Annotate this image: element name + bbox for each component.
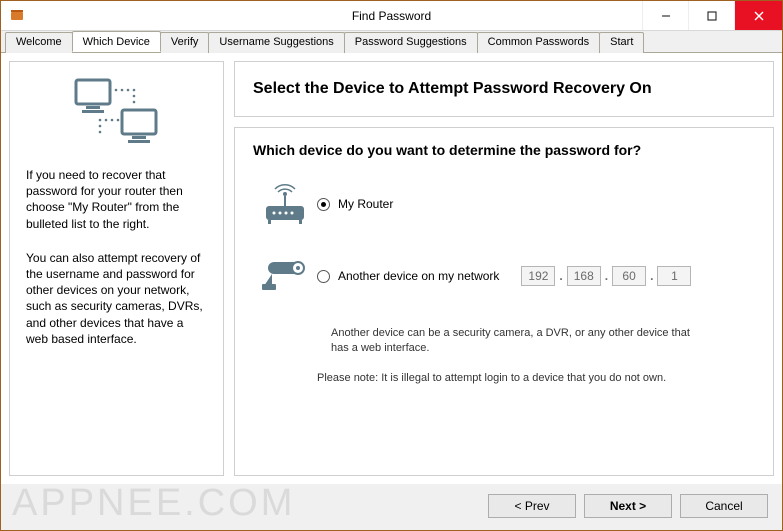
app-icon	[9, 8, 25, 24]
ip-octet-4[interactable]: 1	[657, 266, 691, 286]
titlebar[interactable]: Find Password	[1, 1, 782, 31]
tab-welcome[interactable]: Welcome	[5, 32, 73, 53]
cancel-button[interactable]: Cancel	[680, 494, 768, 518]
left-paragraph-2: You can also attempt recovery of the use…	[26, 250, 207, 347]
ip-octet-3[interactable]: 60	[612, 266, 646, 286]
tab-which-device[interactable]: Which Device	[72, 31, 161, 52]
note-2: Please note: It is illegal to attempt lo…	[317, 371, 737, 386]
ip-octet-1[interactable]: 192	[521, 266, 555, 286]
window-controls	[642, 1, 782, 30]
ip-dot: .	[650, 269, 653, 283]
maximize-button[interactable]	[688, 1, 734, 30]
ip-dot: .	[605, 269, 608, 283]
prev-button[interactable]: < Prev	[488, 494, 576, 518]
close-button[interactable]	[734, 1, 782, 30]
minimize-button[interactable]	[642, 1, 688, 30]
right-column: Select the Device to Attempt Password Re…	[234, 61, 774, 476]
question-heading: Which device do you want to determine th…	[253, 142, 755, 158]
ip-address-group: 192 . 168 . 60 . 1	[521, 266, 691, 286]
tabbar: Welcome Which Device Verify Username Sug…	[1, 31, 782, 53]
button-row: < Prev Next > Cancel	[1, 484, 782, 530]
monitors-illustration-icon	[72, 76, 162, 153]
right-body-panel: Which device do you want to determine th…	[234, 127, 774, 476]
window: Find Password Welcome Which Device Verif…	[0, 0, 783, 531]
tab-verify[interactable]: Verify	[160, 32, 210, 53]
next-button[interactable]: Next >	[584, 494, 672, 518]
right-header-panel: Select the Device to Attempt Password Re…	[234, 61, 774, 117]
radio-another-device[interactable]	[317, 270, 330, 283]
tab-start[interactable]: Start	[599, 32, 644, 53]
page-heading: Select the Device to Attempt Password Re…	[253, 80, 755, 98]
router-icon	[253, 182, 317, 226]
left-paragraph-1: If you need to recover that password for…	[26, 167, 207, 232]
camera-icon	[253, 256, 317, 296]
radio-another-device-label: Another device on my network	[338, 269, 499, 283]
radio-my-router-label: My Router	[338, 197, 393, 211]
left-panel: If you need to recover that password for…	[9, 61, 224, 476]
tab-content: If you need to recover that password for…	[1, 53, 782, 484]
tab-common-passwords[interactable]: Common Passwords	[477, 32, 600, 53]
option-my-router: My Router	[253, 182, 755, 226]
note-1: Another device can be a security camera,…	[331, 326, 701, 357]
ip-dot: .	[559, 269, 562, 283]
option-another-device: Another device on my network 192 . 168 .…	[253, 256, 755, 296]
ip-octet-2[interactable]: 168	[567, 266, 601, 286]
radio-my-router[interactable]	[317, 198, 330, 211]
tab-username-suggestions[interactable]: Username Suggestions	[208, 32, 344, 53]
tab-password-suggestions[interactable]: Password Suggestions	[344, 32, 478, 53]
